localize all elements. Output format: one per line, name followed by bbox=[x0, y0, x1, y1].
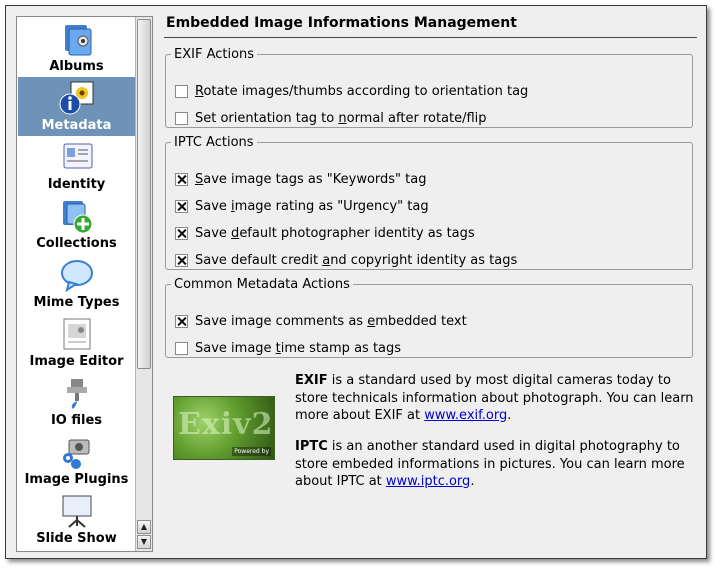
sidebar-item-label: Image Editor bbox=[29, 354, 124, 369]
rotate-images-checkbox[interactable]: Rotate images/thumbs according to orient… bbox=[175, 84, 528, 99]
group-legend: Common Metadata Actions bbox=[174, 277, 350, 292]
option-label: Set orientation tag to normal after rota… bbox=[195, 111, 487, 126]
option-label: Save image comments as embedded text bbox=[195, 314, 467, 329]
page-title: Embedded Image Informations Management bbox=[166, 15, 517, 31]
checkbox-box[interactable] bbox=[175, 342, 188, 355]
scroll-up-button[interactable]: ▲ bbox=[137, 520, 151, 534]
sidebar-item-image-editor[interactable]: Image Editor bbox=[18, 313, 135, 372]
sidebar-item-label: IO files bbox=[50, 413, 103, 428]
checkbox-box[interactable] bbox=[175, 227, 188, 240]
metadata-icon bbox=[59, 80, 95, 116]
settings-sidebar: Albums Metadata Identity Collections Mim… bbox=[16, 16, 153, 552]
option-label: Save default credit and copyright identi… bbox=[195, 253, 518, 268]
sidebar-item-label: Slide Show bbox=[36, 531, 117, 546]
iptc-description: IPTC is an another standard used in digi… bbox=[295, 439, 685, 489]
save-rating-urgency-checkbox[interactable]: Save image rating as "Urgency" tag bbox=[175, 199, 429, 214]
sidebar-item-metadata[interactable]: Metadata bbox=[18, 77, 135, 136]
scroll-down-button[interactable]: ▼ bbox=[137, 535, 151, 549]
image-plugins-icon bbox=[59, 434, 95, 470]
mime-types-icon bbox=[59, 257, 95, 293]
checkbox-box[interactable] bbox=[175, 85, 188, 98]
option-label: Save image time stamp as tags bbox=[195, 341, 402, 356]
exif-description: EXIF is a standard used by most digital … bbox=[295, 373, 694, 423]
save-tags-keywords-checkbox[interactable]: Save image tags as "Keywords" tag bbox=[175, 172, 426, 187]
group-legend: IPTC Actions bbox=[174, 135, 254, 150]
sidebar-item-collections[interactable]: Collections bbox=[18, 195, 135, 254]
sidebar-item-label: Metadata bbox=[41, 118, 112, 133]
sidebar-item-albums[interactable]: Albums bbox=[18, 18, 135, 77]
sidebar-item-image-plugins[interactable]: Image Plugins bbox=[18, 431, 135, 490]
save-credit-copyright-checkbox[interactable]: Save default credit and copyright identi… bbox=[175, 253, 517, 268]
slide-show-icon bbox=[59, 493, 95, 529]
sidebar-item-io-files[interactable]: IO files bbox=[18, 372, 135, 431]
sidebar-list: Albums Metadata Identity Collections Mim… bbox=[18, 18, 135, 549]
sidebar-item-label: Mime Types bbox=[33, 295, 120, 310]
sidebar-item-identity[interactable]: Identity bbox=[18, 136, 135, 195]
identity-icon bbox=[59, 139, 95, 175]
sidebar-item-mime-types[interactable]: Mime Types bbox=[18, 254, 135, 313]
sidebar-item-label: Image Plugins bbox=[24, 472, 129, 487]
iptc-link[interactable]: www.iptc.org bbox=[386, 474, 470, 489]
io-files-icon bbox=[59, 375, 95, 411]
save-comments-embedded-checkbox[interactable]: Save image comments as embedded text bbox=[175, 314, 467, 329]
sidebar-scrollbar[interactable]: ▲ ▼ bbox=[135, 17, 152, 551]
set-orientation-checkbox[interactable]: Set orientation tag to normal after rota… bbox=[175, 111, 487, 126]
scrollbar-thumb[interactable] bbox=[137, 19, 151, 369]
checkbox-box[interactable] bbox=[175, 173, 188, 186]
iptc-actions-group: IPTC Actions Save image tags as "Keyword… bbox=[165, 135, 693, 270]
collections-icon bbox=[59, 198, 95, 234]
option-label: Save default photographer identity as ta… bbox=[195, 226, 475, 241]
logo-text: Exiv2 bbox=[178, 407, 274, 442]
sidebar-item-label: Collections bbox=[36, 236, 117, 251]
exif-link[interactable]: www.exif.org bbox=[424, 408, 507, 423]
sidebar-item-slide-show[interactable]: Slide Show bbox=[18, 490, 135, 549]
common-metadata-actions-group: Common Metadata Actions Save image comme… bbox=[165, 277, 693, 358]
sidebar-item-label: Albums bbox=[49, 59, 104, 74]
save-timestamp-tags-checkbox[interactable]: Save image time stamp as tags bbox=[175, 341, 401, 356]
image-editor-icon bbox=[59, 316, 95, 352]
option-label: Rotate images/thumbs according to orient… bbox=[195, 84, 529, 99]
option-label: Save image rating as "Urgency" tag bbox=[195, 199, 429, 214]
checkbox-box[interactable] bbox=[175, 315, 188, 328]
sidebar-item-label: Identity bbox=[47, 177, 106, 192]
exif-actions-group: EXIF Actions Rotate images/thumbs accord… bbox=[165, 47, 693, 128]
config-dialog: Albums Metadata Identity Collections Mim… bbox=[5, 5, 707, 559]
group-legend: EXIF Actions bbox=[174, 47, 255, 62]
checkbox-box[interactable] bbox=[175, 254, 188, 267]
option-label: Save image tags as "Keywords" tag bbox=[195, 172, 427, 187]
powered-by-badge: Powered by bbox=[232, 447, 271, 456]
checkbox-box[interactable] bbox=[175, 200, 188, 213]
albums-icon bbox=[59, 21, 95, 57]
title-divider bbox=[164, 37, 697, 38]
checkbox-box[interactable] bbox=[175, 112, 188, 125]
save-photographer-identity-checkbox[interactable]: Save default photographer identity as ta… bbox=[175, 226, 475, 241]
exiv2-logo[interactable]: Exiv2 Powered by bbox=[173, 396, 275, 460]
